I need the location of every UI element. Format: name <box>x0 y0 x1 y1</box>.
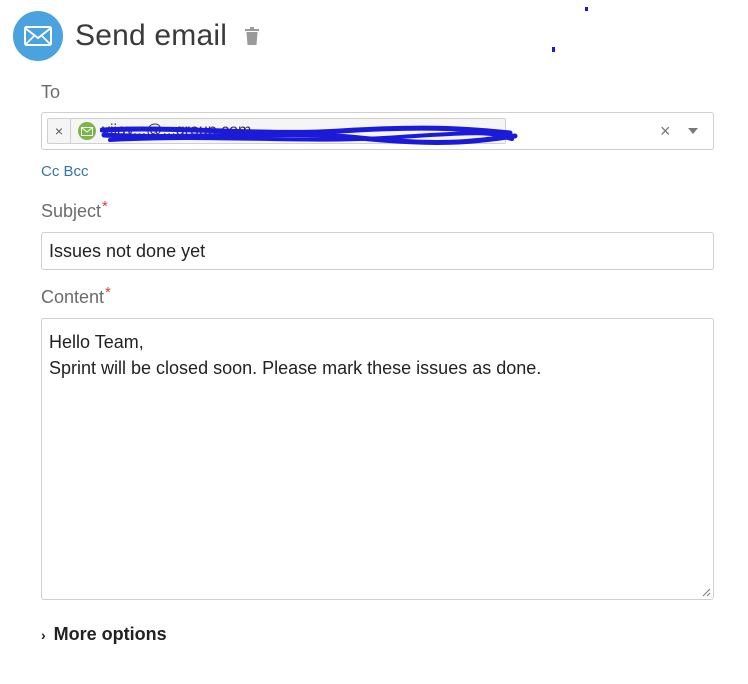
to-label: To <box>41 82 61 102</box>
dialog-header: Send email <box>13 11 260 61</box>
content-line: Sprint will be closed soon. Please mark … <box>49 358 542 378</box>
more-options-label: More options <box>53 624 167 644</box>
required-marker: * <box>105 284 111 301</box>
remove-recipient-button[interactable]: × <box>48 119 71 143</box>
required-marker: * <box>102 198 108 215</box>
content-label: Content* <box>41 284 111 307</box>
mail-icon <box>13 11 63 61</box>
redaction-scribble <box>100 125 518 145</box>
clear-recipients-button[interactable]: × <box>660 121 671 142</box>
content-textarea[interactable]: Hello Team, Sprint will be closed soon. … <box>41 318 714 600</box>
trash-icon[interactable] <box>245 27 260 45</box>
cc-bcc-link[interactable]: Cc Bcc <box>41 163 89 180</box>
stray-mark <box>585 7 588 11</box>
more-options-toggle[interactable]: › More options <box>41 624 167 645</box>
page-title: Send email <box>75 19 228 52</box>
stray-mark <box>552 47 555 52</box>
subject-input[interactable]: Issues not done yet <box>41 232 714 270</box>
envelope-icon <box>78 122 96 140</box>
resize-handle-icon[interactable] <box>701 587 711 597</box>
subject-label: Subject* <box>41 198 108 221</box>
chevron-down-icon[interactable] <box>688 128 698 134</box>
content-line: Hello Team, <box>49 332 144 352</box>
chevron-right-icon: › <box>41 626 46 643</box>
